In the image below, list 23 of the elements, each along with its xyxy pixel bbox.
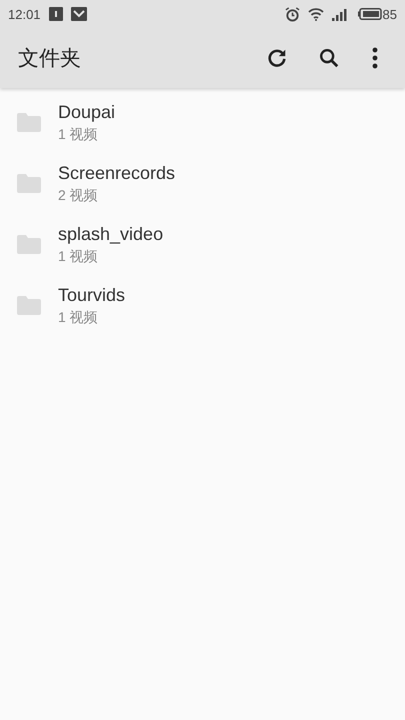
search-icon[interactable] — [318, 47, 340, 69]
folder-name[interactable]: Doupai — [58, 102, 116, 122]
video-count: 1 视频 — [58, 308, 99, 326]
more-options-icon[interactable] — [372, 47, 378, 69]
app-bar-title: 文件夹 — [18, 46, 82, 72]
folder-icon — [17, 235, 41, 254]
alarm-icon — [284, 6, 300, 22]
battery-icon — [358, 8, 382, 20]
folder-icon — [17, 113, 41, 132]
battery-percent: 85 — [382, 6, 397, 22]
folder-name[interactable]: splash_video — [58, 224, 164, 244]
folder-name[interactable]: Tourvids — [58, 284, 126, 306]
status-time: 12:01 — [8, 6, 41, 22]
video-count: 1 视频 — [58, 248, 99, 266]
folder-icon — [17, 174, 41, 193]
wifi-icon — [308, 7, 324, 21]
image-icon — [70, 7, 87, 21]
video-count: 1 视频 — [58, 126, 99, 144]
notification-icon — [48, 7, 63, 21]
refresh-icon[interactable] — [266, 47, 288, 69]
folder-icon — [17, 296, 41, 315]
video-count: 2 视频 — [58, 186, 99, 204]
folder-name[interactable]: Screenrecords — [58, 162, 176, 184]
